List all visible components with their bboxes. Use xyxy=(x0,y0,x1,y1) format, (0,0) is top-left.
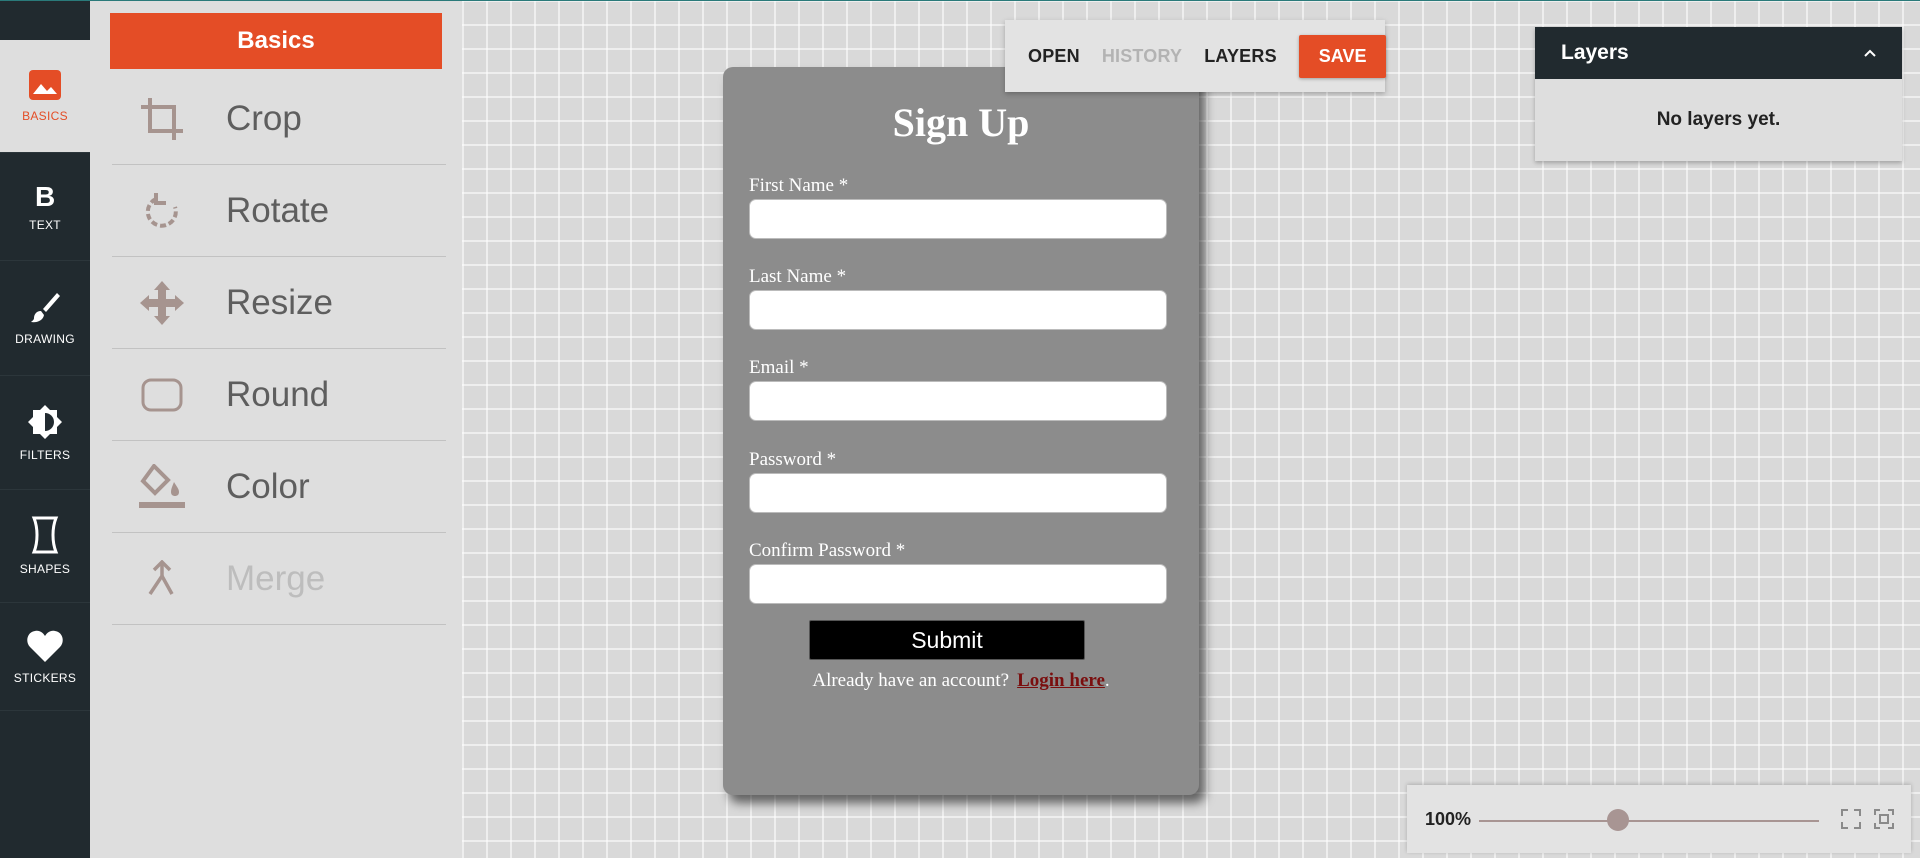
chevron-up-icon[interactable] xyxy=(1862,43,1878,67)
password-label: Password * xyxy=(749,449,837,470)
tool-label: Crop xyxy=(226,98,302,138)
nav-label: FILTERS xyxy=(19,447,71,462)
round-corners-icon xyxy=(112,378,212,412)
nav-item-text[interactable]: B TEXT xyxy=(0,153,90,261)
zoom-bar: 100% xyxy=(1407,785,1911,853)
nav-label: DRAWING xyxy=(15,332,75,346)
resize-icon xyxy=(112,280,212,326)
zoom-value: 100% xyxy=(1425,809,1472,829)
bold-icon: B xyxy=(33,182,57,210)
paint-bucket-icon xyxy=(112,463,212,510)
last-name-label: Last Name * xyxy=(749,266,847,287)
tool-label: Color xyxy=(226,466,310,506)
tool-round[interactable]: Round xyxy=(112,349,446,441)
signup-form: Sign Up First Name * Last Name * Email *… xyxy=(723,67,1199,795)
last-name-input[interactable] xyxy=(749,290,1167,330)
first-name-input[interactable] xyxy=(749,199,1167,239)
password-input[interactable] xyxy=(749,473,1167,513)
login-prompt-text: Already have an account? xyxy=(812,670,1010,691)
tool-label: Merge xyxy=(226,558,326,598)
tools-panel: Basics Crop Rotate Resize Round Color Me… xyxy=(90,0,462,858)
form-title: Sign Up xyxy=(892,100,1030,145)
merge-icon xyxy=(112,559,212,598)
zoom-slider-track[interactable] xyxy=(1479,820,1819,822)
nav-item-stickers[interactable]: STICKERS xyxy=(0,603,90,711)
tool-rotate[interactable]: Rotate xyxy=(112,165,446,257)
tool-label: Resize xyxy=(226,282,333,322)
layers-empty-text: No layers yet. xyxy=(1656,109,1781,130)
email-label: Email * xyxy=(749,357,809,378)
nav-item-filters[interactable]: FILTERS xyxy=(0,376,90,490)
confirm-password-label: Confirm Password * xyxy=(749,540,906,561)
tool-crop[interactable]: Crop xyxy=(112,73,446,165)
zoom-slider-thumb[interactable] xyxy=(1607,809,1630,831)
nav-label: BASICS xyxy=(22,109,68,123)
login-suffix: . xyxy=(1104,670,1110,691)
history-button[interactable]: HISTORY xyxy=(1102,46,1182,67)
rotate-icon xyxy=(112,191,212,231)
crop-icon xyxy=(112,96,212,142)
brush-icon xyxy=(29,290,61,324)
layers-button[interactable]: LAYERS xyxy=(1204,46,1277,67)
email-input[interactable] xyxy=(749,381,1167,421)
svg-text:B: B xyxy=(35,182,56,210)
login-prompt: Already have an account? Login here. xyxy=(723,670,1199,692)
layers-header[interactable]: Layers xyxy=(1535,27,1902,79)
submit-button[interactable]: Submit xyxy=(809,620,1085,660)
nav-label: SHAPES xyxy=(19,562,71,576)
nav-label: STICKERS xyxy=(13,670,77,685)
tool-merge[interactable]: Merge xyxy=(112,533,446,625)
heart-icon xyxy=(26,629,64,663)
first-name-label: First Name * xyxy=(749,175,849,196)
brightness-icon xyxy=(27,404,63,440)
tool-color[interactable]: Color xyxy=(112,441,446,533)
panel-title: Basics xyxy=(110,13,442,69)
image-icon xyxy=(28,69,62,101)
tool-label: Round xyxy=(226,374,330,414)
nav-label: TEXT xyxy=(29,217,61,232)
tool-label: Rotate xyxy=(226,190,330,230)
fit-screen-icon[interactable] xyxy=(1873,808,1895,835)
login-link[interactable]: Login here xyxy=(1017,670,1105,691)
nav-item-shapes[interactable]: SHAPES xyxy=(0,490,90,603)
open-button[interactable]: OPEN xyxy=(1028,46,1080,67)
nav-item-basics[interactable]: BASICS xyxy=(0,40,90,153)
main-nav: BASICS B TEXT DRAWING FILTERS SHAPES STI… xyxy=(0,0,90,858)
save-button[interactable]: SAVE xyxy=(1298,34,1387,78)
tool-resize[interactable]: Resize xyxy=(112,257,446,349)
nav-item-drawing[interactable]: DRAWING xyxy=(0,261,90,376)
top-toolbar: OPEN HISTORY LAYERS SAVE xyxy=(1005,20,1387,92)
confirm-password-input[interactable] xyxy=(749,564,1167,604)
fullscreen-icon[interactable] xyxy=(1840,808,1862,835)
layers-panel: Layers No layers yet. xyxy=(1535,27,1902,161)
top-border xyxy=(0,0,1920,1)
layers-title: Layers xyxy=(1561,41,1629,64)
shape-icon xyxy=(31,516,59,554)
